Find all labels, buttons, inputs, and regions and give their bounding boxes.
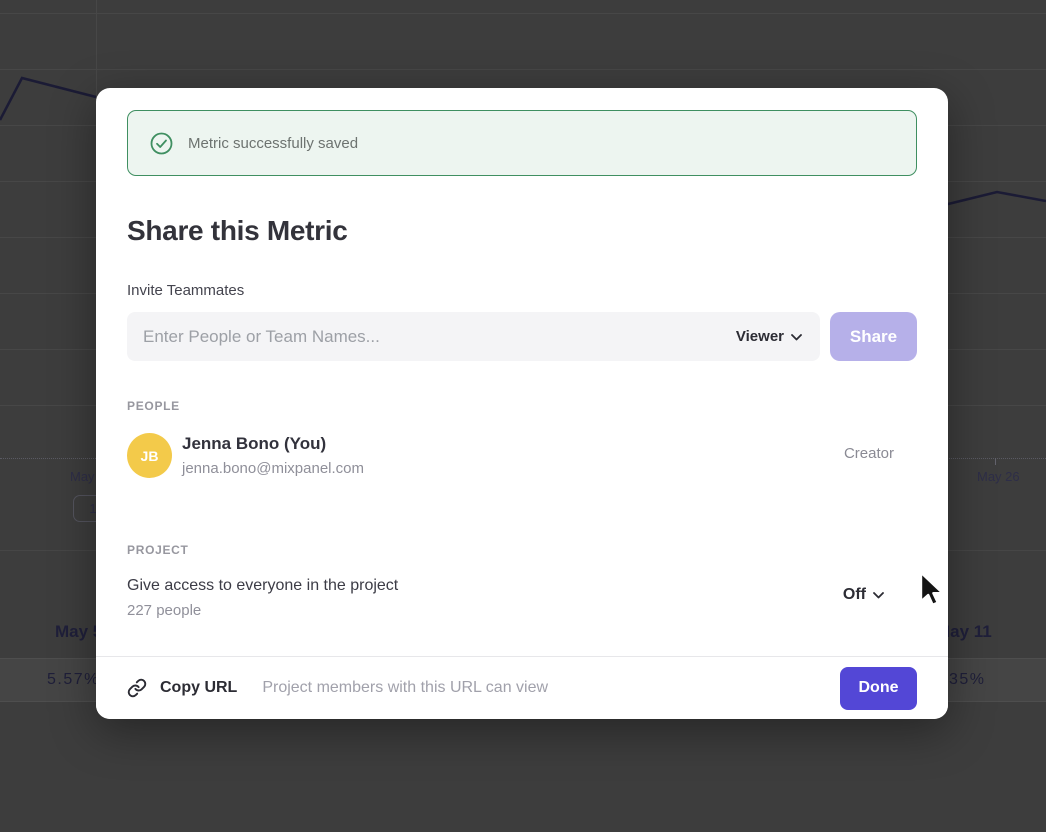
modal-title: Share this Metric [127,215,348,247]
success-banner: Metric successfully saved [127,110,917,176]
share-button[interactable]: Share [830,312,917,361]
role-dropdown-value: Viewer [736,328,784,345]
role-dropdown[interactable]: Viewer [736,328,804,345]
table-value-left: 5.57% [47,671,100,689]
invite-teammates-label: Invite Teammates [127,282,244,299]
x-axis-tick [995,458,996,465]
done-button[interactable]: Done [840,667,917,710]
people-section-heading: PEOPLE [127,399,180,413]
copy-url-button[interactable]: Copy URL [160,679,237,697]
gridline [0,13,1046,14]
person-role-label: Creator [844,445,894,462]
invite-input[interactable] [143,327,736,347]
chevron-down-icon [873,586,884,604]
avatar: JB [127,433,172,478]
success-check-icon [150,132,173,155]
project-access-title: Give access to everyone in the project [127,575,884,597]
gridline [0,69,1046,70]
modal-footer: Copy URL Project members with this URL c… [96,656,948,719]
invite-input-row: Viewer Share [127,312,917,361]
success-banner-text: Metric successfully saved [188,135,358,152]
project-section-heading: PROJECT [127,543,189,557]
person-row: JB Jenna Bono (You) jenna.bono@mixpanel.… [127,432,894,478]
person-name: Jenna Bono (You) [182,434,326,454]
x-axis-label-right: May 26 [977,469,1020,484]
project-access-dropdown[interactable]: Off [843,586,884,604]
person-email: jenna.bono@mixpanel.com [182,460,364,477]
x-axis-label-left: May [70,469,95,484]
share-metric-modal: Metric successfully saved Share this Met… [96,88,948,719]
invite-field[interactable]: Viewer [127,312,820,361]
chevron-down-icon [791,328,802,345]
link-icon [127,678,147,698]
project-access-subtitle: 227 people [127,600,884,622]
table-value-right: 35% [949,671,986,689]
project-access-row: Give access to everyone in the project 2… [127,575,884,619]
copy-url-helper-text: Project members with this URL can view [262,679,548,697]
project-access-value: Off [843,586,866,604]
